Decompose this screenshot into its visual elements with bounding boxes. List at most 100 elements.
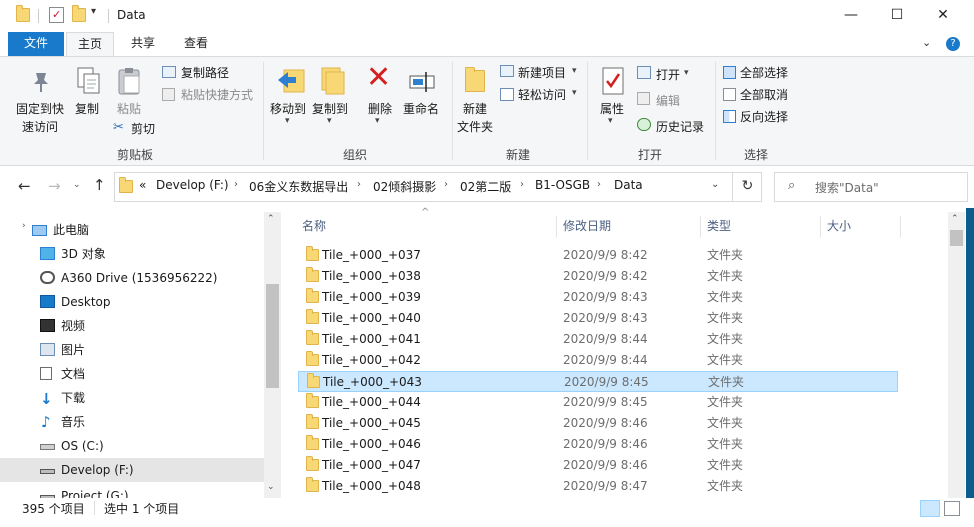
properties-quick-access-icon[interactable]: ✓ bbox=[49, 7, 64, 23]
nav-item-3d-objects[interactable]: 3D 对象 bbox=[0, 242, 264, 266]
tab-view[interactable]: 查看 bbox=[172, 32, 220, 56]
pin-quick-access-label-line2[interactable]: 速访问 bbox=[22, 118, 58, 135]
breadcrumb-oblique[interactable]: 02倾斜摄影 bbox=[373, 178, 436, 195]
up-arrow-icon[interactable]: ↑ bbox=[93, 176, 106, 194]
nav-item-project-drive[interactable]: Project (G:) bbox=[0, 484, 264, 498]
table-row[interactable]: Tile_+000_+048 2020/9/9 8:47 文件夹 bbox=[298, 476, 898, 497]
forward-arrow-icon[interactable]: → bbox=[48, 177, 61, 195]
copy-button[interactable]: 复制 bbox=[75, 100, 99, 117]
address-dropdown-icon[interactable]: ⌄ bbox=[711, 179, 719, 190]
nav-item-documents[interactable]: 文档 bbox=[0, 362, 264, 386]
column-divider[interactable] bbox=[900, 216, 901, 238]
recent-locations-dropdown-icon[interactable]: ⌄ bbox=[73, 180, 81, 190]
properties-button[interactable]: 属性 bbox=[600, 100, 624, 117]
new-item-button[interactable]: 新建项目 bbox=[518, 64, 566, 81]
breadcrumb-chevron-icon[interactable]: › bbox=[357, 179, 361, 190]
nav-item-develop-drive[interactable]: Develop (F:) bbox=[0, 458, 264, 482]
select-all-button[interactable]: 全部选择 bbox=[740, 64, 788, 81]
table-row[interactable]: Tile_+000_+041 2020/9/9 8:44 文件夹 bbox=[298, 329, 898, 350]
refresh-icon[interactable]: ↻ bbox=[732, 172, 762, 202]
tab-home[interactable]: 主页 bbox=[66, 32, 114, 56]
delete-button[interactable]: 删除 bbox=[368, 100, 392, 117]
large-icons-view-icon[interactable] bbox=[944, 501, 960, 516]
cut-button[interactable]: 剪切 bbox=[131, 120, 155, 137]
new-item-dropdown-icon[interactable]: ▾ bbox=[572, 66, 577, 76]
breadcrumb-chevron-icon[interactable]: › bbox=[234, 179, 238, 190]
tab-share[interactable]: 共享 bbox=[120, 32, 166, 56]
rename-button[interactable]: 重命名 bbox=[403, 100, 439, 117]
breadcrumb-chevron-icon[interactable]: › bbox=[520, 179, 524, 190]
table-row[interactable]: Tile_+000_+040 2020/9/9 8:43 文件夹 bbox=[298, 308, 898, 329]
breadcrumb-data[interactable]: Data bbox=[614, 178, 643, 192]
column-header-name[interactable]: 名称 bbox=[302, 218, 326, 238]
new-folder-label-line2[interactable]: 文件夹 bbox=[457, 118, 493, 135]
select-none-button[interactable]: 全部取消 bbox=[740, 86, 788, 103]
scroll-down-icon[interactable]: ⌄ bbox=[267, 482, 275, 492]
breadcrumb-develop[interactable]: Develop (F:) bbox=[156, 178, 229, 192]
breadcrumb-chevron-icon[interactable]: › bbox=[444, 179, 448, 190]
column-divider[interactable] bbox=[556, 216, 557, 238]
copy-path-button[interactable]: 复制路径 bbox=[181, 64, 229, 81]
column-divider[interactable] bbox=[820, 216, 821, 238]
nav-scrollbar-thumb[interactable] bbox=[266, 284, 279, 388]
nav-item-videos[interactable]: 视频 bbox=[0, 314, 264, 338]
expand-chevron-icon[interactable]: › bbox=[22, 221, 26, 231]
paste-shortcut-button[interactable]: 粘贴快捷方式 bbox=[181, 86, 253, 103]
table-row[interactable]: Tile_+000_+042 2020/9/9 8:44 文件夹 bbox=[298, 350, 898, 371]
table-row-selected[interactable]: Tile_+000_+043 2020/9/9 8:45 文件夹 bbox=[298, 371, 898, 392]
breadcrumb-version2[interactable]: 02第二版 bbox=[460, 178, 511, 195]
table-row[interactable]: Tile_+000_+046 2020/9/9 8:46 文件夹 bbox=[298, 434, 898, 455]
nav-item-pictures[interactable]: 图片 bbox=[0, 338, 264, 362]
table-row[interactable]: Tile_+000_+044 2020/9/9 8:45 文件夹 bbox=[298, 392, 898, 413]
nav-item-this-pc[interactable]: 此电脑 bbox=[0, 218, 264, 242]
tab-file[interactable]: 文件 bbox=[8, 32, 64, 56]
new-folder-label-line1[interactable]: 新建 bbox=[463, 100, 487, 117]
move-to-dropdown-icon[interactable]: ▾ bbox=[285, 116, 290, 126]
breadcrumb-chevron-icon[interactable]: › bbox=[597, 179, 601, 190]
open-button[interactable]: 打开 bbox=[656, 66, 680, 83]
column-header-size[interactable]: 大小 bbox=[827, 218, 851, 238]
copy-to-button[interactable]: 复制到 bbox=[312, 100, 348, 117]
file-list-scrollbar[interactable] bbox=[948, 212, 965, 498]
close-button[interactable]: ✕ bbox=[920, 0, 966, 30]
scroll-up-icon[interactable]: ⌃ bbox=[267, 214, 275, 224]
file-list-scrollbar-thumb[interactable] bbox=[950, 230, 963, 246]
properties-dropdown-icon[interactable]: ▾ bbox=[608, 116, 613, 126]
search-input[interactable]: 搜索"Data" bbox=[815, 179, 879, 196]
column-header-date[interactable]: 修改日期 bbox=[563, 218, 611, 238]
table-row[interactable]: Tile_+000_+038 2020/9/9 8:42 文件夹 bbox=[298, 266, 898, 287]
details-view-icon[interactable] bbox=[920, 500, 940, 517]
new-folder-quick-access-icon[interactable] bbox=[72, 5, 86, 22]
customize-quick-access-dropdown[interactable]: ▾ bbox=[91, 6, 103, 22]
open-dropdown-icon[interactable]: ▾ bbox=[684, 68, 689, 78]
column-divider[interactable] bbox=[700, 216, 701, 238]
nav-item-a360-drive[interactable]: A360 Drive (1536956222) bbox=[0, 266, 264, 290]
breadcrumb-osgb[interactable]: B1-OSGB bbox=[535, 178, 590, 192]
history-button[interactable]: 历史记录 bbox=[656, 118, 704, 135]
back-arrow-icon[interactable]: ← bbox=[18, 177, 31, 195]
table-row[interactable]: Tile_+000_+037 2020/9/9 8:42 文件夹 bbox=[298, 245, 898, 266]
breadcrumb-export[interactable]: 06金义东数据导出 bbox=[249, 178, 348, 195]
table-row[interactable]: Tile_+000_+045 2020/9/9 8:46 文件夹 bbox=[298, 413, 898, 434]
nav-item-music[interactable]: ♪ 音乐 bbox=[0, 410, 264, 434]
nav-item-downloads[interactable]: ↓ 下载 bbox=[0, 386, 264, 410]
delete-dropdown-icon[interactable]: ▾ bbox=[375, 116, 380, 126]
nav-item-os-drive[interactable]: OS (C:) bbox=[0, 434, 264, 458]
move-to-button[interactable]: 移动到 bbox=[270, 100, 306, 117]
easy-access-button[interactable]: 轻松访问 bbox=[518, 86, 566, 103]
column-header-type[interactable]: 类型 bbox=[707, 218, 731, 238]
easy-access-dropdown-icon[interactable]: ▾ bbox=[572, 88, 577, 98]
nav-item-desktop[interactable]: Desktop bbox=[0, 290, 264, 314]
table-row[interactable]: Tile_+000_+047 2020/9/9 8:46 文件夹 bbox=[298, 455, 898, 476]
edit-button[interactable]: 编辑 bbox=[656, 92, 680, 109]
breadcrumb-overflow[interactable]: « bbox=[139, 178, 146, 192]
collapse-ribbon-icon[interactable]: ⌄ bbox=[922, 36, 931, 49]
table-row[interactable]: Tile_+000_+039 2020/9/9 8:43 文件夹 bbox=[298, 287, 898, 308]
copy-to-dropdown-icon[interactable]: ▾ bbox=[327, 116, 332, 126]
invert-selection-button[interactable]: 反向选择 bbox=[740, 108, 788, 125]
help-icon[interactable]: ? bbox=[946, 37, 960, 51]
scroll-up-icon[interactable]: ⌃ bbox=[951, 214, 959, 224]
paste-button[interactable]: 粘贴 bbox=[117, 100, 141, 117]
maximize-button[interactable]: ☐ bbox=[874, 0, 920, 30]
pin-quick-access-label-line1[interactable]: 固定到快 bbox=[16, 100, 64, 117]
